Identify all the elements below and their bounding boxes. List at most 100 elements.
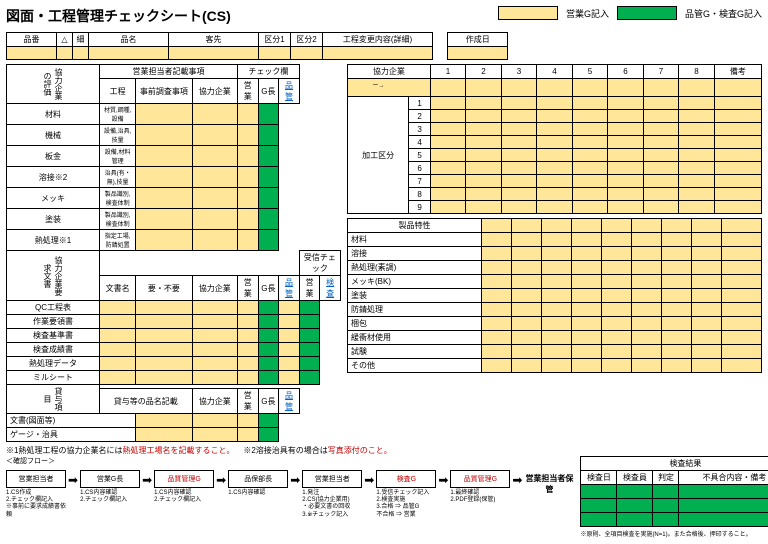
kakou-cell[interactable]	[430, 188, 465, 201]
kakou-cell[interactable]	[466, 175, 501, 188]
prod-cell[interactable]	[602, 345, 632, 359]
ukeire-kensa-val[interactable]	[299, 343, 320, 357]
sales-kyoryoku-val[interactable]	[136, 104, 192, 125]
kakou-cell[interactable]	[714, 162, 761, 175]
kakou-cell[interactable]	[501, 136, 536, 149]
ukeire-kensa-val[interactable]	[299, 315, 320, 329]
prod-cell[interactable]	[692, 275, 722, 289]
prod-cell[interactable]	[602, 331, 632, 345]
ukeire-eigyo-val[interactable]	[279, 301, 300, 315]
kakou-cell[interactable]	[643, 149, 678, 162]
kakou-cell[interactable]	[714, 149, 761, 162]
kakou-cell[interactable]	[537, 110, 572, 123]
kakou-cell[interactable]	[608, 149, 643, 162]
hdr-kubun1-val[interactable]	[259, 47, 291, 60]
kakou-cell[interactable]	[501, 123, 536, 136]
doc-chk-eigyo[interactable]	[192, 371, 237, 385]
kakou-cell[interactable]	[572, 123, 607, 136]
prod-cell[interactable]	[512, 303, 542, 317]
prod-cell[interactable]	[722, 317, 762, 331]
chk-hinkan[interactable]	[258, 230, 279, 251]
prod-cell[interactable]	[722, 233, 762, 247]
prod-cell[interactable]	[542, 303, 572, 317]
kakou-cell[interactable]	[430, 149, 465, 162]
doc-chk-eigyo[interactable]	[192, 329, 237, 343]
doc-kyoryoku-val[interactable]	[136, 301, 192, 315]
doc-youhi-val[interactable]	[100, 315, 136, 329]
kakou-cell[interactable]	[430, 123, 465, 136]
kakou-cell[interactable]	[714, 123, 761, 136]
prod-cell[interactable]	[482, 331, 512, 345]
prod-cell[interactable]	[722, 303, 762, 317]
kakou-cell[interactable]	[608, 97, 643, 110]
kakou-cell[interactable]	[572, 97, 607, 110]
kakou-cell[interactable]	[466, 201, 501, 214]
doc-youhi-val[interactable]	[100, 301, 136, 315]
kakou-cell[interactable]	[714, 188, 761, 201]
kakou-cell[interactable]	[501, 149, 536, 162]
chk-eigyo[interactable]	[192, 146, 237, 167]
prod-cell[interactable]	[662, 303, 692, 317]
kakou-cell[interactable]	[679, 97, 714, 110]
prod-cell[interactable]	[542, 317, 572, 331]
coop-name-row[interactable]: ー→	[348, 79, 431, 97]
prod-cell[interactable]	[692, 261, 722, 275]
prod-cell[interactable]	[632, 233, 662, 247]
kakou-cell[interactable]	[572, 201, 607, 214]
chk-hinkan[interactable]	[258, 188, 279, 209]
prod-cell[interactable]	[722, 359, 762, 373]
prod-cell[interactable]	[512, 289, 542, 303]
prod-cell[interactable]	[692, 345, 722, 359]
chk-eigyo[interactable]	[192, 125, 237, 146]
ukeire-kensa-val[interactable]	[299, 329, 320, 343]
chk-eigyo[interactable]	[192, 167, 237, 188]
kakou-cell[interactable]	[430, 175, 465, 188]
prod-cell[interactable]	[602, 261, 632, 275]
kakou-cell[interactable]	[501, 97, 536, 110]
doc-chk-gcho[interactable]	[237, 357, 258, 371]
prod-cell[interactable]	[632, 317, 662, 331]
hdr-sai-val[interactable]	[73, 47, 89, 60]
hdr-sakuseibi-val[interactable]	[448, 47, 508, 60]
prod-cell[interactable]	[542, 359, 572, 373]
prod-cell[interactable]	[542, 275, 572, 289]
hdr-delta-val[interactable]	[57, 47, 73, 60]
kakou-cell[interactable]	[537, 162, 572, 175]
kakou-cell[interactable]	[537, 201, 572, 214]
kakou-cell[interactable]	[679, 201, 714, 214]
kakou-cell[interactable]	[714, 110, 761, 123]
prod-cell[interactable]	[482, 233, 512, 247]
kakou-cell[interactable]	[501, 175, 536, 188]
kakou-cell[interactable]	[608, 123, 643, 136]
prod-cell[interactable]	[632, 303, 662, 317]
prod-cell[interactable]	[692, 247, 722, 261]
kakou-cell[interactable]	[679, 110, 714, 123]
prod-cell[interactable]	[632, 275, 662, 289]
doc-chk-hinkan[interactable]	[258, 343, 279, 357]
hdr-kyakusaki-val[interactable]	[169, 47, 259, 60]
prod-cell[interactable]	[662, 317, 692, 331]
lend-chk-gcho[interactable]	[237, 428, 258, 442]
kakou-cell[interactable]	[643, 123, 678, 136]
ukeire-eigyo-val[interactable]	[279, 371, 300, 385]
kakou-cell[interactable]	[643, 110, 678, 123]
kakou-cell[interactable]	[714, 175, 761, 188]
prod-cell[interactable]	[602, 359, 632, 373]
prod-cell[interactable]	[662, 331, 692, 345]
prod-cell[interactable]	[572, 289, 602, 303]
prod-cell[interactable]	[692, 233, 722, 247]
kakou-cell[interactable]	[643, 136, 678, 149]
kakou-cell[interactable]	[714, 136, 761, 149]
prod-cell[interactable]	[542, 289, 572, 303]
kakou-cell[interactable]	[643, 97, 678, 110]
ukeire-eigyo-val[interactable]	[279, 357, 300, 371]
prod-cell[interactable]	[602, 275, 632, 289]
kakou-cell[interactable]	[714, 97, 761, 110]
kakou-cell[interactable]	[643, 201, 678, 214]
chk-hinkan[interactable]	[258, 209, 279, 230]
prod-cell[interactable]	[662, 289, 692, 303]
hdr-kubun2-val[interactable]	[291, 47, 323, 60]
prod-cell[interactable]	[512, 275, 542, 289]
prod-cell[interactable]	[692, 317, 722, 331]
prod-cell[interactable]	[722, 275, 762, 289]
